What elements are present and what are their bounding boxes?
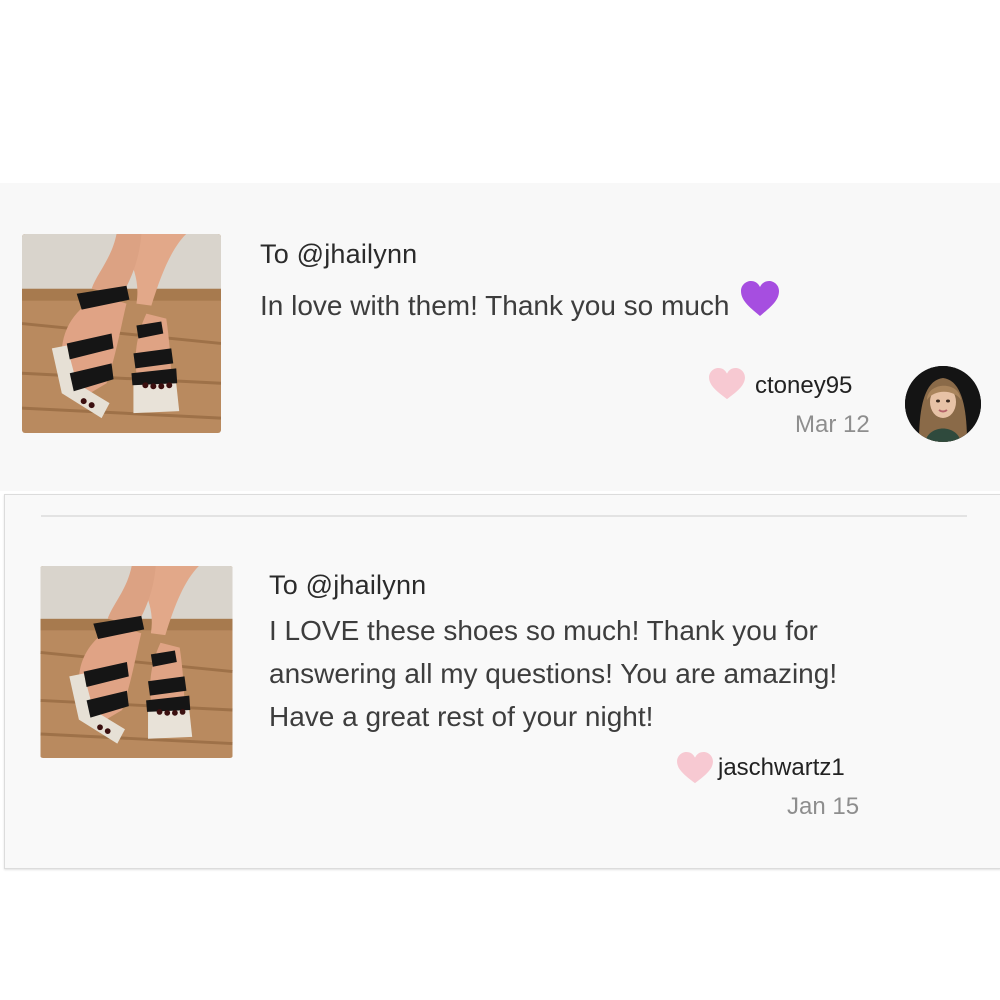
heart-icon[interactable] bbox=[676, 751, 714, 790]
heart-icon[interactable] bbox=[708, 367, 746, 406]
reviewer-username[interactable]: ctoney95 bbox=[755, 372, 852, 400]
reviews-screen: To @jhailynn In love with them! Thank yo… bbox=[0, 0, 1000, 1000]
review-message-line: answering all my questions! You are amaz… bbox=[269, 658, 838, 689]
review-card: To @jhailynn In love with them! Thank yo… bbox=[0, 183, 1000, 491]
review-date: Mar 12 bbox=[795, 411, 870, 438]
product-thumbnail[interactable] bbox=[22, 234, 221, 433]
product-thumbnail[interactable] bbox=[40, 566, 233, 758]
divider bbox=[41, 515, 967, 517]
review-message: I LOVE these shoes so much! Thank you fo… bbox=[269, 609, 837, 738]
purple-heart-icon bbox=[740, 280, 780, 330]
review-message-line: Have a great rest of your night! bbox=[269, 701, 654, 732]
recipient-label: To @jhailynn bbox=[260, 239, 418, 269]
reviewer-username[interactable]: jaschwartz1 bbox=[718, 754, 845, 782]
review-message-text: In love with them! Thank you so much bbox=[260, 290, 730, 321]
review-message: In love with them! Thank you so much bbox=[260, 280, 780, 330]
avatar[interactable] bbox=[905, 366, 981, 442]
recipient-label: To @jhailynn bbox=[269, 570, 427, 600]
review-message-line: I LOVE these shoes so much! Thank you fo… bbox=[269, 615, 818, 646]
review-date: Jan 15 bbox=[787, 793, 860, 820]
review-card: To @jhailynn I LOVE these shoes so much!… bbox=[4, 494, 1000, 869]
